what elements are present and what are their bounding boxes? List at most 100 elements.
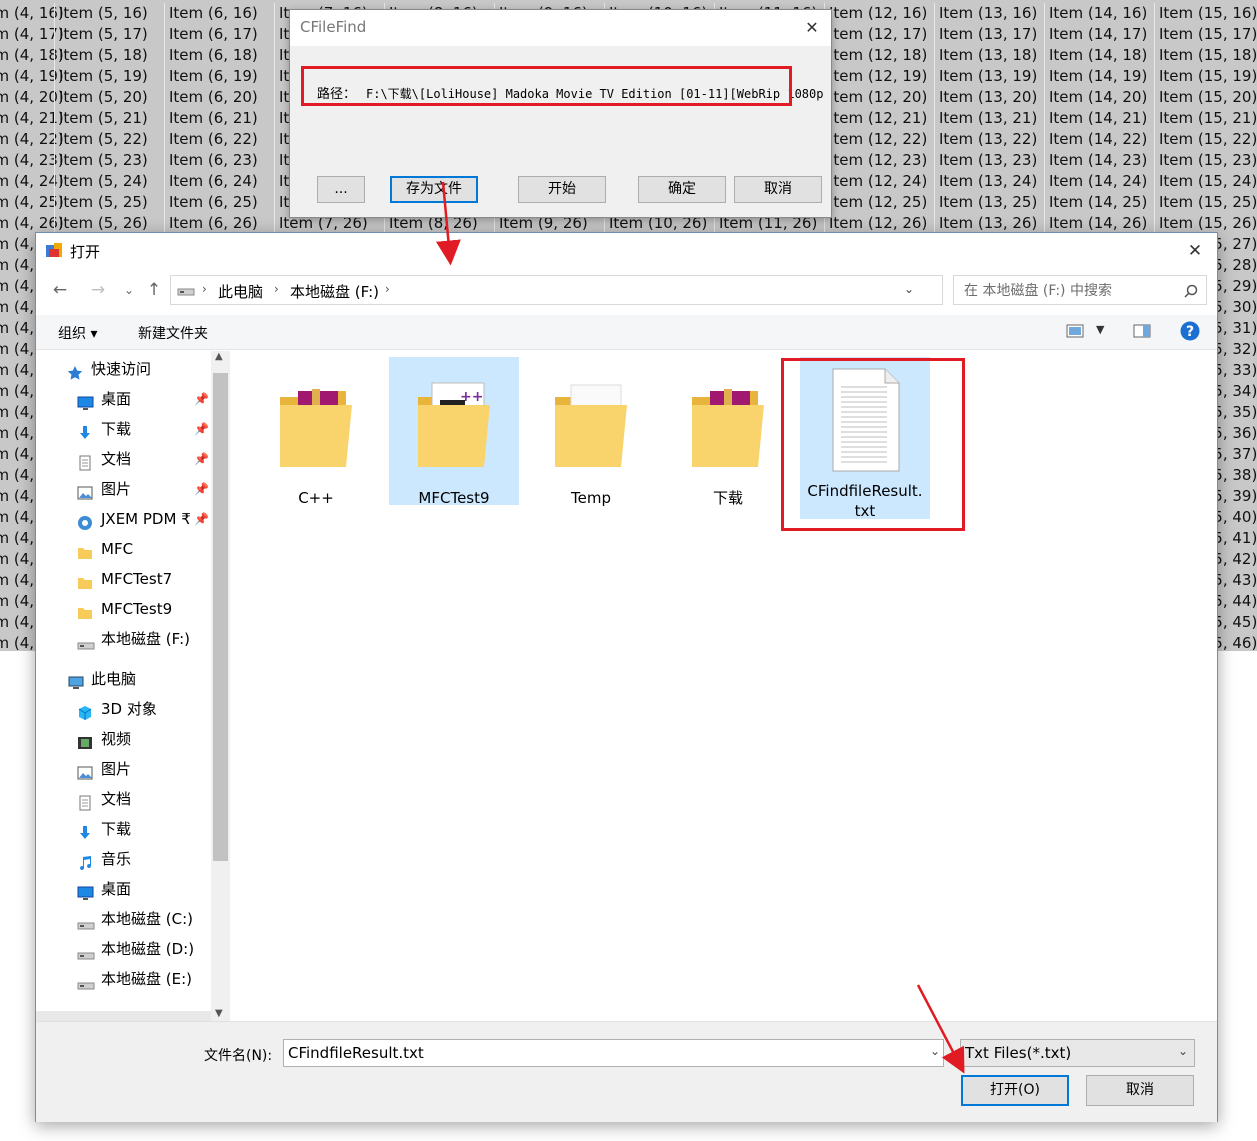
browse-button[interactable]: ... [317, 176, 365, 203]
ok-button[interactable]: 确定 [638, 176, 726, 203]
nav-item-quick-4[interactable]: JXEM PDM ₹ 📌 [36, 504, 210, 534]
back-arrow-icon[interactable]: ← [48, 278, 72, 302]
help-icon[interactable]: ? [1180, 321, 1200, 341]
background-list-cell: Item (5, 23) [54, 150, 164, 171]
nav-horizontal-scrollbar[interactable] [36, 1011, 211, 1021]
nav-item-quick-0[interactable]: 桌面 📌 [36, 384, 210, 414]
nav-item-pc-6[interactable]: 桌面 [36, 874, 210, 904]
chevron-down-icon: ⌄ [1177, 1044, 1188, 1058]
nav-item-label: 视频 [101, 730, 132, 748]
search-icon[interactable] [1184, 284, 1198, 298]
nav-item-pc-8[interactable]: 本地磁盘 (D:) [36, 934, 210, 964]
background-list-cell: Item (12, 24) [824, 171, 934, 192]
nav-item-pc-0[interactable]: 3D 对象 [36, 694, 210, 724]
nav-item-quick-8[interactable]: 本地磁盘 (F:) [36, 624, 210, 654]
dialog-footer: 文件名(N): CFindfileResult.txt ⌄ Txt Files(… [36, 1021, 1217, 1122]
pin-icon[interactable]: 📌 [194, 384, 209, 414]
chevron-down-icon[interactable]: ⌄ [117, 278, 141, 302]
background-list-cell: Item (14, 19) [1044, 66, 1154, 87]
pin-icon[interactable]: 📌 [194, 444, 209, 474]
nav-quick-access[interactable]: 快速访问 [36, 354, 210, 384]
file-item-1[interactable]: ++ MFCTest9 [389, 357, 519, 507]
pin-icon[interactable]: 📌 [194, 414, 209, 444]
nav-item-pc-3[interactable]: 文档 [36, 784, 210, 814]
breadcrumb-drive-f[interactable]: 本地磁盘 (F:) [290, 281, 379, 302]
background-list-cell: Item (6, 21) [164, 108, 274, 129]
background-list-cell: Item (14, 22) [1044, 129, 1154, 150]
background-list-cell: Item (12, 17) [824, 24, 934, 45]
filename-value: CFindfileResult.txt [288, 1044, 424, 1062]
background-list-cell: Item (14, 16) [1044, 3, 1154, 24]
music-icon [77, 851, 94, 871]
background-list-cell: Item (6, 23) [164, 150, 274, 171]
cancel-button[interactable]: 取消 [1086, 1075, 1194, 1106]
up-arrow-icon[interactable]: ↑ [142, 278, 166, 302]
scroll-down-icon[interactable]: ▼ [215, 1008, 223, 1019]
nav-item-pc-1[interactable]: 视频 [36, 724, 210, 754]
search-input[interactable] [962, 280, 1176, 302]
nav-item-label: 本地磁盘 (D:) [101, 940, 195, 958]
start-button[interactable]: 开始 [518, 176, 606, 203]
new-folder-button[interactable]: 新建文件夹 [138, 323, 208, 343]
background-list-cell: Item (6, 26) [164, 213, 274, 234]
background-list-cell: Item (6, 18) [164, 45, 274, 66]
drive-icon [77, 941, 95, 960]
save-to-file-button[interactable]: 存为文件 [390, 176, 478, 203]
background-list-cell: Item (6, 22) [164, 129, 274, 150]
background-list-cell: Item (15, 16) [1154, 3, 1257, 24]
open-dialog-title: 打开 [70, 243, 101, 261]
background-list-cell: Item (13, 20) [934, 87, 1044, 108]
nav-item-pc-5[interactable]: 音乐 [36, 844, 210, 874]
cfilefind-titlebar[interactable]: CFileFind ✕ [290, 10, 831, 46]
cancel-button[interactable]: 取消 [734, 176, 822, 203]
background-list-cell: Item (6, 16) [164, 3, 274, 24]
close-icon[interactable]: ✕ [1183, 239, 1207, 263]
pin-icon[interactable]: 📌 [194, 474, 209, 504]
background-list-cell: Item (14, 20) [1044, 87, 1154, 108]
file-item-4[interactable]: CFindfileResult. txt [800, 357, 930, 520]
nav-item-label: MFCTest7 [101, 570, 173, 588]
background-list-cell: Item (13, 17) [934, 24, 1044, 45]
file-item-2[interactable]: Temp [526, 357, 656, 507]
rar-folder-icon [268, 369, 364, 477]
chevron-down-icon[interactable]: ⌄ [930, 1044, 940, 1058]
nav-item-quick-2[interactable]: 文档 📌 [36, 444, 210, 474]
nav-item-label: 快速访问 [91, 360, 152, 378]
preview-pane-icon[interactable] [1133, 324, 1151, 338]
background-list-cell: Item (15, 19) [1154, 66, 1257, 87]
file-item-0[interactable]: C++ [251, 357, 381, 507]
view-options-icon[interactable] [1066, 324, 1084, 338]
background-list-cell: Item (15, 18) [1154, 45, 1257, 66]
nav-item-quick-5[interactable]: MFC [36, 534, 210, 564]
filename-field[interactable]: CFindfileResult.txt ⌄ [283, 1039, 944, 1067]
background-list-cell: Item (12, 18) [824, 45, 934, 66]
organize-menu[interactable]: 组织 ▾ [58, 323, 97, 343]
nav-item-quick-3[interactable]: 图片 📌 [36, 474, 210, 504]
nav-item-pc-2[interactable]: 图片 [36, 754, 210, 784]
file-type-select[interactable]: Txt Files(*.txt) ⌄ [960, 1039, 1195, 1067]
background-list-cell: Item (6, 20) [164, 87, 274, 108]
nav-scrollbar[interactable]: ▲ ▼ [211, 351, 230, 1021]
nav-item-pc-9[interactable]: 本地磁盘 (E:) [36, 964, 210, 994]
open-button[interactable]: 打开(O) [961, 1075, 1069, 1106]
scroll-up-icon[interactable]: ▲ [215, 351, 223, 362]
nav-this-pc[interactable]: 此电脑 [36, 664, 210, 694]
nav-item-pc-7[interactable]: 本地磁盘 (C:) [36, 904, 210, 934]
scrollbar-thumb[interactable] [213, 373, 228, 861]
close-icon[interactable]: ✕ [799, 16, 825, 40]
search-box[interactable] [953, 275, 1207, 305]
nav-item-pc-4[interactable]: 下载 [36, 814, 210, 844]
nav-item-quick-6[interactable]: MFCTest7 [36, 564, 210, 594]
pin-icon[interactable]: 📌 [194, 504, 209, 534]
nav-item-quick-1[interactable]: 下载 📌 [36, 414, 210, 444]
background-list-cell: Item (13, 26) [934, 213, 1044, 234]
address-dropdown-icon[interactable]: ⌄ [904, 282, 914, 296]
breadcrumb-this-pc[interactable]: 此电脑 [218, 281, 263, 302]
background-list-cell: Item (6, 24) [164, 171, 274, 192]
nav-item-quick-7[interactable]: MFCTest9 [36, 594, 210, 624]
view-dropdown-icon[interactable]: ▼ [1096, 323, 1104, 336]
file-item-3[interactable]: 下载 [663, 357, 793, 507]
address-bar[interactable]: › 此电脑 › 本地磁盘 (F:) › ⌄ ↻ [170, 275, 970, 305]
forward-arrow-icon[interactable]: → [86, 278, 110, 302]
background-list-cell: Item (13, 25) [934, 192, 1044, 213]
